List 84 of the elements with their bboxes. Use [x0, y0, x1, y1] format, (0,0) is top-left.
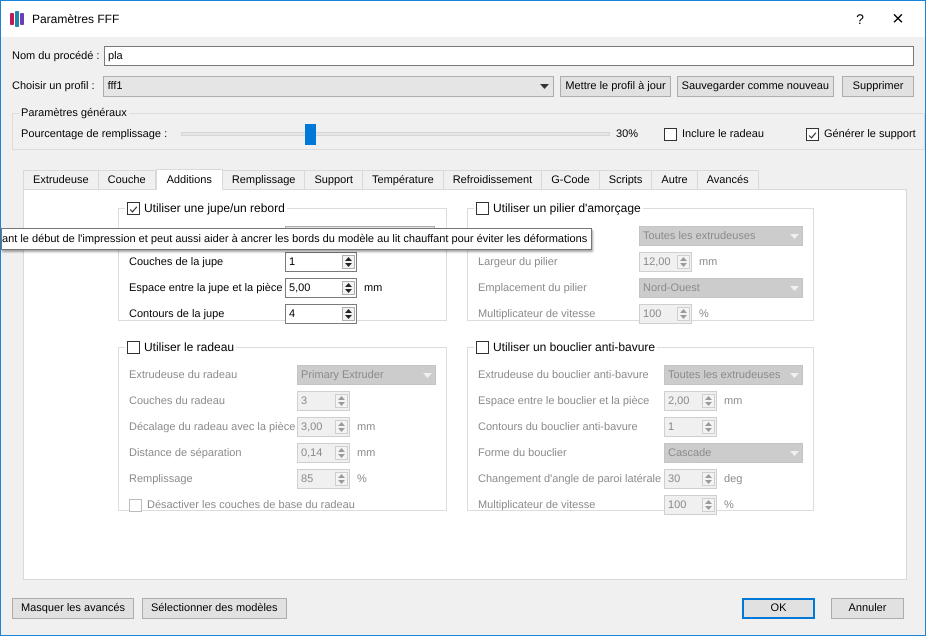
tab[interactable]: Support: [305, 170, 363, 189]
close-button[interactable]: ×: [875, 4, 921, 34]
group-title: Utiliser le radeau: [144, 339, 234, 356]
tab[interactable]: Additions: [156, 169, 223, 190]
dropdown-caret-icon: [790, 450, 799, 456]
field-label: Largeur du pilier: [478, 254, 558, 270]
dropdown-caret-icon: [790, 286, 799, 290]
field-label: Remplissage: [129, 472, 194, 487]
slider[interactable]: [181, 124, 610, 145]
unit-label: mm: [357, 420, 376, 435]
profile-button[interactable]: Supprimer: [842, 76, 914, 96]
field-label: Distance de séparation: [129, 446, 243, 461]
unit-label: %: [699, 306, 709, 322]
dropdown-caret-icon: [790, 234, 799, 238]
group-title: Utiliser une jupe/un rebord: [144, 200, 285, 217]
field-label: Changement d'angle de paroi latérale: [478, 472, 662, 487]
field-label: Couches du radeau: [129, 394, 226, 409]
spin-field[interactable]: 4: [285, 304, 357, 324]
unit-label: %: [724, 498, 734, 513]
dialog-button[interactable]: Annuler: [831, 598, 904, 619]
unit-label: mm: [357, 446, 376, 461]
spin-field[interactable]: 1: [285, 252, 357, 272]
group-title: Utiliser un bouclier anti-bavure: [493, 339, 656, 356]
field-label: Contours du bouclier anti-bavure: [478, 420, 639, 435]
checkbox-label: Inclure le radeau: [682, 127, 764, 142]
tab[interactable]: G-Code: [542, 170, 600, 189]
profile-button[interactable]: Mettre le profil à jour: [560, 76, 671, 96]
unit-label: %: [357, 472, 367, 487]
unit-label: mm: [699, 254, 718, 270]
dialog-button[interactable]: OK: [742, 598, 815, 619]
field-label: Extrudeuse du bouclier anti-bavure: [478, 368, 650, 383]
help-button[interactable]: ?: [845, 8, 875, 30]
spin-buttons[interactable]: [342, 255, 355, 269]
checkbox[interactable]: [806, 128, 819, 141]
checkbox[interactable]: [476, 340, 489, 354]
tab[interactable]: Couche: [98, 170, 156, 189]
app-logo-icon: [10, 11, 24, 27]
field-label: Décalage du radeau avec la pièce: [129, 420, 296, 435]
dropdown-caret-icon: [540, 84, 550, 88]
checkbox[interactable]: [127, 340, 140, 354]
field-label: Multiplicateur de vitesse: [478, 306, 596, 322]
slider-reading: 30%: [616, 127, 640, 142]
slider-label: Pourcentage de remplissage :: [21, 127, 168, 142]
checkbox-label: Désactiver les couches de base du radeau: [147, 498, 355, 513]
field-label: Espace entre la jupe et la pièce: [129, 280, 284, 296]
spin-field[interactable]: 5,00: [285, 278, 357, 298]
field-label: Espace entre le bouclier et la pièce: [478, 394, 650, 409]
tab[interactable]: Autre: [652, 170, 698, 189]
unit-label: deg: [724, 472, 742, 487]
field-label: Nom du procédé :: [12, 48, 100, 64]
tab[interactable]: Refroidissement: [444, 170, 542, 189]
spin-buttons[interactable]: [342, 307, 355, 321]
spin-buttons[interactable]: [342, 281, 355, 295]
tab[interactable]: Avancés: [698, 170, 759, 189]
profile-button[interactable]: Sauvegarder comme nouveau: [676, 76, 834, 96]
tooltip: ant le début de l'impression et peut aussi aider à ancrer les bords du modèle au lit chauffant pour éviter les déformations: [1, 228, 592, 250]
tab[interactable]: Extrudeuse: [23, 170, 99, 189]
field-label: Forme du bouclier: [478, 446, 568, 461]
slider-thumb[interactable]: [304, 124, 316, 145]
checkbox-label: Générer le support: [824, 127, 916, 142]
unit-label: mm: [364, 280, 382, 296]
checkbox[interactable]: [127, 202, 140, 214]
dropdown-caret-icon: [423, 372, 432, 378]
tab[interactable]: Température: [362, 170, 444, 189]
field-label: Contours de la jupe: [129, 306, 226, 322]
checkbox[interactable]: [129, 498, 142, 512]
field-label: Multiplicateur de vitesse: [478, 498, 596, 513]
field-label: Emplacement du pilier: [478, 280, 588, 296]
tab[interactable]: Remplissage: [222, 170, 306, 189]
field-label: Extrudeuse du radeau: [129, 368, 238, 383]
window-title: Paramètres FFF: [32, 11, 120, 28]
field-label: Choisir un profil :: [12, 78, 96, 94]
group-title: Paramètres généraux: [20, 106, 128, 121]
field-label: Couches de la jupe: [129, 254, 224, 270]
tab[interactable]: Scripts: [600, 170, 652, 189]
dropdown-caret-icon: [790, 372, 799, 378]
unit-label: mm: [724, 394, 742, 409]
footer-button[interactable]: Sélectionner des modèles: [142, 598, 287, 619]
group-title: Utiliser un pilier d'amorçage: [493, 200, 641, 217]
profile-dropdown[interactable]: fff1: [102, 76, 554, 96]
footer-button[interactable]: Masquer les avancés: [12, 598, 134, 619]
checkbox[interactable]: [476, 202, 489, 214]
checkbox[interactable]: [664, 128, 677, 141]
process-name-field[interactable]: pla: [104, 46, 914, 66]
